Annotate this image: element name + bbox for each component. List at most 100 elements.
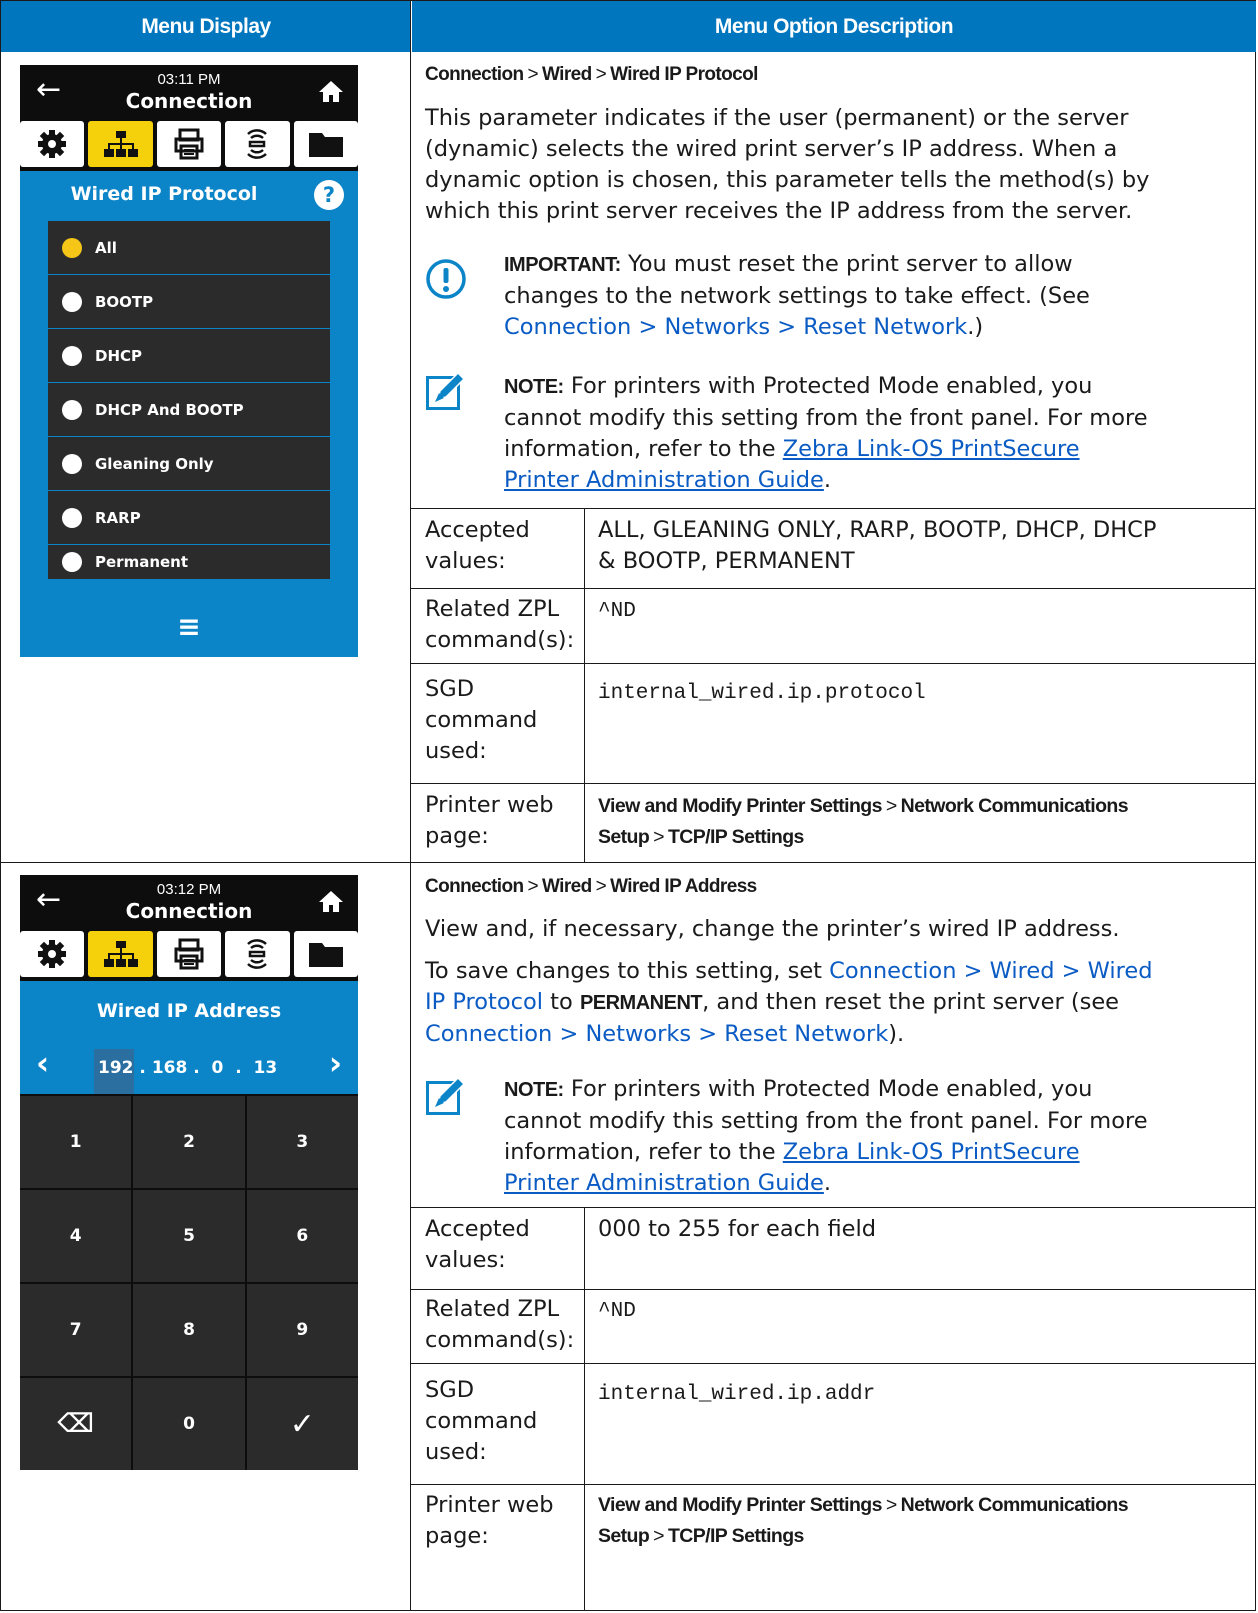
option-all[interactable]: All bbox=[48, 221, 330, 275]
option-label: Gleaning Only bbox=[95, 454, 214, 473]
screen-title: Connection bbox=[125, 899, 253, 923]
ip-octet[interactable]: 0 bbox=[212, 1058, 224, 1078]
key-1[interactable]: 1 bbox=[20, 1096, 132, 1188]
label-line: used: bbox=[425, 738, 487, 764]
screen-title: Connection bbox=[125, 89, 253, 113]
key-7[interactable]: 7 bbox=[20, 1284, 132, 1376]
reset-network-link[interactable]: Connection > Networks > Reset Network bbox=[504, 314, 967, 340]
path-part: Wired IP Address bbox=[610, 876, 757, 897]
rfid-icon[interactable] bbox=[225, 121, 290, 167]
key-6[interactable]: 6 bbox=[246, 1190, 358, 1282]
accepted-values: ALL, GLEANING ONLY, RARP, BOOTP, DHCP, D… bbox=[598, 515, 1156, 577]
note-line: cannot modify this setting from the fron… bbox=[504, 405, 1148, 431]
backspace-icon[interactable]: ⌫ bbox=[20, 1378, 132, 1470]
label-line: command bbox=[425, 1408, 538, 1434]
confirm-check-icon[interactable]: ✓ bbox=[246, 1378, 358, 1470]
option-rarp[interactable]: RARP bbox=[48, 491, 330, 545]
important-line: changes to the network settings to take … bbox=[504, 283, 1090, 309]
web-path-separator: > bbox=[653, 1525, 664, 1547]
key-4[interactable]: 4 bbox=[20, 1190, 132, 1282]
option-gleaning-only[interactable]: Gleaning Only bbox=[48, 437, 330, 491]
radio-icon bbox=[62, 399, 82, 420]
related-zpl-value: ^ND bbox=[598, 600, 636, 623]
important-note: IMPORTANT: You must reset the print serv… bbox=[504, 249, 1090, 343]
chevron-left-icon[interactable]: ‹ bbox=[36, 1047, 49, 1079]
screen-subtitle-bar: Wired IP Protocol ? bbox=[20, 171, 358, 221]
screen-subtitle: Wired IP Address bbox=[96, 1000, 282, 1022]
menu-hamburger-icon[interactable]: ≡ bbox=[20, 610, 358, 643]
label-line: command bbox=[425, 707, 538, 733]
wired-ip-protocol-link[interactable]: Connection > Wired > Wired bbox=[829, 958, 1152, 984]
printsecure-guide-link[interactable]: Zebra Link-OS PrintSecure bbox=[783, 1139, 1080, 1165]
sgd-command-value: internal_wired.ip.protocol bbox=[598, 682, 926, 705]
important-label: IMPORTANT: bbox=[504, 254, 621, 276]
label-line: Printer web bbox=[425, 1492, 554, 1518]
option-dhcp[interactable]: DHCP bbox=[48, 329, 330, 383]
print-icon[interactable] bbox=[156, 931, 222, 977]
home-icon[interactable] bbox=[318, 79, 344, 103]
radio-selected-icon bbox=[62, 237, 82, 258]
path-part: Connection bbox=[425, 876, 524, 897]
network-icon[interactable] bbox=[88, 931, 153, 977]
key-2[interactable]: 2 bbox=[133, 1096, 245, 1188]
option-dhcp-and-bootp[interactable]: DHCP And BOOTP bbox=[48, 383, 330, 437]
reset-network-link[interactable]: Connection > Networks > Reset Network bbox=[425, 1021, 888, 1047]
sgd-command-value: internal_wired.ip.addr bbox=[598, 1383, 876, 1406]
option-label: BOOTP bbox=[95, 292, 154, 311]
print-icon[interactable] bbox=[156, 121, 222, 167]
permanent-value: PERMANENT bbox=[579, 992, 703, 1014]
storage-folder-icon[interactable] bbox=[293, 931, 359, 977]
ip-octet[interactable]: 13 bbox=[254, 1058, 278, 1078]
accepted-values: 000 to 255 for each field bbox=[598, 1216, 876, 1242]
key-5[interactable]: 5 bbox=[133, 1190, 245, 1282]
web-path-part: Network Communications bbox=[900, 1494, 1129, 1516]
ip-octet[interactable]: 168 bbox=[152, 1058, 188, 1078]
description-paragraph: View and, if necessary, change the print… bbox=[425, 916, 1120, 942]
settings-gear-icon[interactable] bbox=[20, 121, 85, 167]
wired-ip-protocol-link[interactable]: IP Protocol bbox=[425, 989, 543, 1015]
home-icon[interactable] bbox=[318, 889, 344, 913]
screen-top-bar: ← 03:12 PM Connection bbox=[20, 875, 358, 931]
option-label: All bbox=[95, 238, 117, 257]
description-paragraph: This parameter indicates if the user (pe… bbox=[425, 103, 1149, 227]
label-line: Accepted bbox=[425, 1216, 530, 1242]
web-path-separator: > bbox=[885, 1494, 897, 1516]
ip-octet[interactable]: 192 bbox=[98, 1058, 134, 1078]
help-icon[interactable]: ? bbox=[314, 180, 344, 210]
key-0[interactable]: 0 bbox=[133, 1378, 245, 1470]
web-path-part: Setup bbox=[598, 1525, 650, 1547]
network-icon[interactable] bbox=[88, 121, 153, 167]
printsecure-guide-link[interactable]: Printer Administration Guide bbox=[504, 467, 824, 493]
web-path-part: View and Modify Printer Settings bbox=[598, 1494, 882, 1516]
text-run: to bbox=[543, 989, 580, 1015]
web-path-part: TCP/IP Settings bbox=[667, 1525, 804, 1547]
radio-icon bbox=[62, 291, 82, 312]
option-permanent[interactable]: Permanent bbox=[48, 545, 330, 579]
rfid-icon[interactable] bbox=[225, 931, 290, 977]
ip-address-display[interactable]: 192 . 168 . 0 . 13 bbox=[98, 1058, 277, 1078]
label-line: values: bbox=[425, 548, 506, 574]
key-3[interactable]: 3 bbox=[246, 1096, 358, 1188]
settings-gear-icon[interactable] bbox=[20, 931, 85, 977]
printsecure-guide-link[interactable]: Zebra Link-OS PrintSecure bbox=[783, 436, 1080, 462]
chevron-right-icon[interactable]: › bbox=[329, 1047, 342, 1079]
key-8[interactable]: 8 bbox=[133, 1284, 245, 1376]
path-separator: > bbox=[595, 876, 607, 897]
option-label: RARP bbox=[95, 508, 141, 527]
protocol-option-list: All BOOTP DHCP DHCP And BOOTP Gleaning O… bbox=[48, 221, 330, 579]
radio-icon bbox=[62, 552, 82, 572]
printer-web-page-path: View and Modify Printer Settings > Network… bbox=[598, 791, 1129, 853]
printer-web-page-path: View and Modify Printer Settings > Network… bbox=[598, 1490, 1129, 1552]
path-part: Wired IP Protocol bbox=[610, 64, 758, 85]
label-line: Printer web bbox=[425, 792, 554, 818]
screen-top-bar: ← 03:11 PM Connection bbox=[20, 65, 358, 121]
sgd-command-label: SGD command used: bbox=[425, 674, 537, 767]
label-line: command(s): bbox=[425, 1327, 575, 1353]
option-bootp[interactable]: BOOTP bbox=[48, 275, 330, 329]
printer-screen-wired-ip-protocol: ← 03:11 PM Connection Wired IP Protocol … bbox=[20, 65, 359, 657]
label-line: page: bbox=[425, 823, 489, 849]
printsecure-guide-link[interactable]: Printer Administration Guide bbox=[504, 1170, 824, 1196]
key-9[interactable]: 9 bbox=[246, 1284, 358, 1376]
storage-folder-icon[interactable] bbox=[293, 121, 359, 167]
related-zpl-label: Related ZPL command(s): bbox=[425, 594, 574, 656]
